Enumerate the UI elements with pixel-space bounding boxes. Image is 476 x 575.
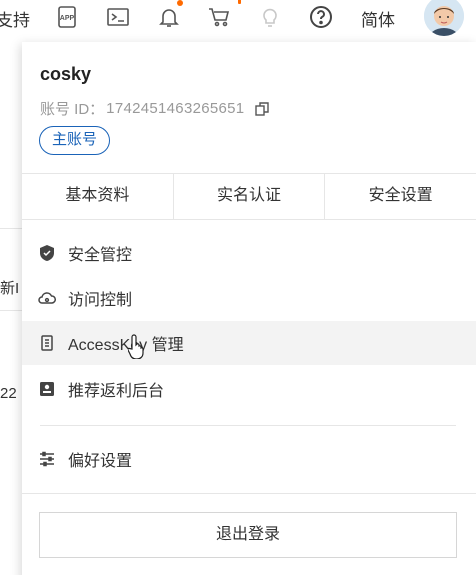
key-icon <box>38 334 56 352</box>
svg-text:APP: APP <box>60 15 75 22</box>
menu-item-label: 偏好设置 <box>68 453 133 470</box>
notification-dot <box>177 0 183 6</box>
account-id-row: 账号 ID： 1742451463265651 <box>40 98 270 119</box>
copy-icon[interactable] <box>254 101 270 117</box>
background-divider <box>0 310 22 311</box>
top-navbar: 支持 APP 简体 <box>0 0 476 36</box>
logout-button[interactable]: 退出登录 <box>39 512 457 558</box>
app-icon[interactable]: APP <box>54 4 80 30</box>
user-avatar[interactable] <box>424 0 464 36</box>
menu-item-label: 安全管控 <box>68 247 133 264</box>
menu-item-label: AccessKey 管理 <box>68 337 184 354</box>
username: cosky <box>40 64 92 84</box>
menu-item-label: 推荐返利后台 <box>68 383 165 400</box>
background-text: 新I <box>0 280 20 297</box>
tab-real-name-auth[interactable]: 实名认证 <box>172 174 325 219</box>
panel-divider <box>22 493 476 494</box>
shield-icon <box>38 244 56 262</box>
tab-basic-info[interactable]: 基本资料 <box>22 174 173 219</box>
bell-icon[interactable] <box>156 4 182 30</box>
background-divider <box>0 228 22 229</box>
menu-divider <box>40 425 456 426</box>
menu-item-access-control[interactable]: 访问控制 <box>22 276 476 320</box>
menu-item-security-control[interactable]: 安全管控 <box>22 231 476 275</box>
account-id-label: 账号 ID： <box>40 101 105 118</box>
menu-item-referral-rebate[interactable]: 推荐返利后台 <box>22 367 476 411</box>
lightbulb-icon[interactable] <box>257 4 283 30</box>
menu-item-label: 访问控制 <box>68 292 133 309</box>
profile-tabs: 基本资料 实名认证 安全设置 <box>22 173 476 220</box>
menu-item-preferences[interactable]: 偏好设置 <box>22 437 476 481</box>
support-link[interactable]: 支持 <box>0 6 30 31</box>
cart-icon[interactable] <box>206 4 232 30</box>
background-text: 22 <box>0 385 17 402</box>
tab-security-settings[interactable]: 安全设置 <box>324 174 476 219</box>
menu-item-accesskey[interactable]: AccessKey 管理 <box>22 321 476 365</box>
terminal-icon[interactable] <box>105 4 131 30</box>
user-dropdown-panel: cosky 账号 ID： 1742451463265651 主账号 基本资料 实… <box>22 42 476 575</box>
cloud-icon <box>38 289 56 307</box>
hand-cursor-icon <box>128 334 144 359</box>
main-account-badge: 主账号 <box>39 126 111 155</box>
sliders-icon <box>38 450 56 468</box>
notification-mark <box>238 0 241 4</box>
rebate-icon <box>38 380 56 398</box>
account-id-value: 1742451463265651 <box>106 100 245 117</box>
language-switch[interactable]: 简体 <box>361 6 395 31</box>
help-icon[interactable] <box>308 4 334 30</box>
